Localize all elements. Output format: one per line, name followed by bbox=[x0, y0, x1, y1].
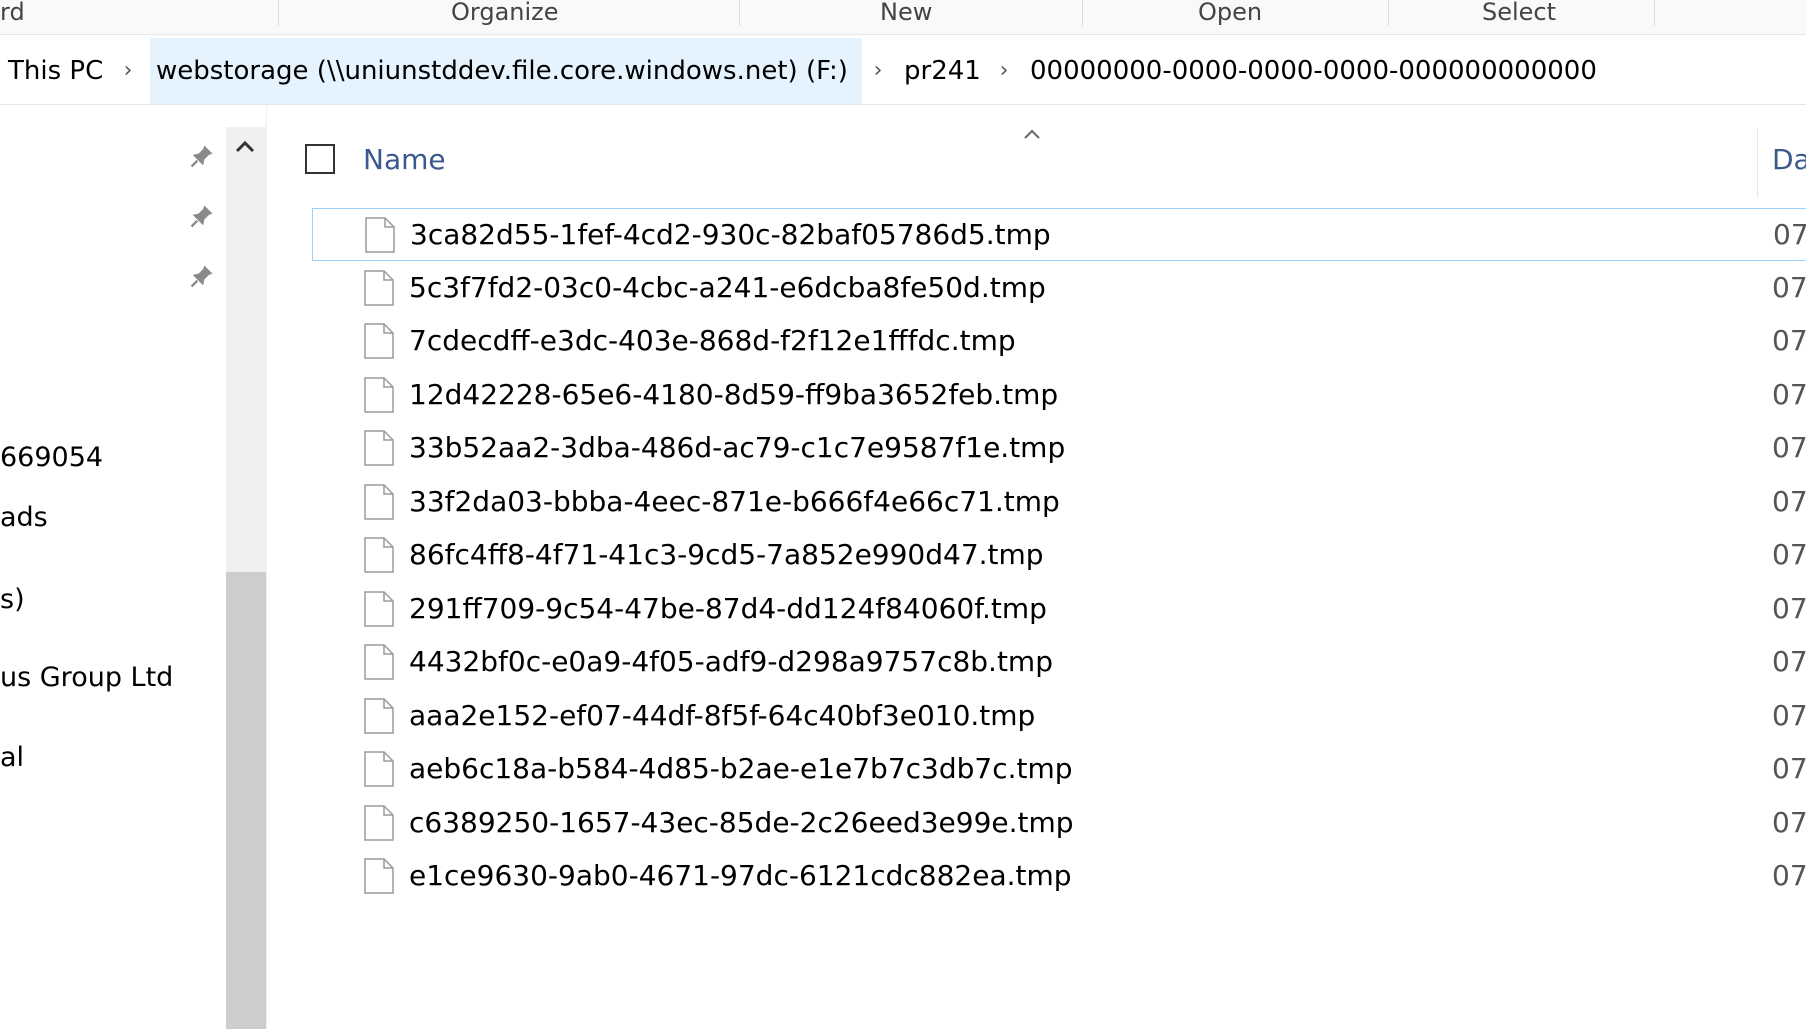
file-icon bbox=[364, 537, 394, 573]
scroll-up-arrow-icon[interactable] bbox=[230, 132, 260, 162]
ribbon-separator bbox=[1082, 0, 1083, 26]
file-name[interactable]: 86fc4ff8-4f71-41c3-9cd5-7a852e990d47.tmp bbox=[409, 536, 1044, 574]
chevron-right-icon[interactable]: › bbox=[868, 38, 888, 104]
column-header-name[interactable]: Name bbox=[363, 142, 446, 178]
file-date-modified: 07/ bbox=[1772, 592, 1806, 625]
file-icon bbox=[364, 805, 394, 841]
ribbon-group-open: Open bbox=[1198, 0, 1263, 26]
file-icon bbox=[364, 323, 394, 359]
file-row[interactable]: 86fc4ff8-4f71-41c3-9cd5-7a852e990d47.tmp… bbox=[312, 529, 1806, 582]
nav-item-personal[interactable]: al bbox=[0, 740, 24, 776]
column-header bbox=[268, 106, 1806, 202]
file-date-modified: 07/ bbox=[1773, 218, 1806, 251]
ribbon-group-organize: Organize bbox=[451, 0, 559, 26]
file-name[interactable]: 33b52aa2-3dba-486d-ac79-c1c7e9587f1e.tmp bbox=[409, 429, 1065, 467]
ribbon-separator bbox=[1388, 0, 1389, 26]
address-bar[interactable]: This PC › webstorage (\\uniunstddev.file… bbox=[0, 38, 1806, 105]
column-separator[interactable] bbox=[1757, 128, 1758, 198]
navigation-pane bbox=[0, 106, 236, 1029]
ribbon-group-new: New bbox=[880, 0, 933, 26]
file-date-modified: 07/ bbox=[1772, 645, 1806, 678]
file-row[interactable]: aaa2e152-ef07-44df-8f5f-64c40bf3e010.tmp… bbox=[312, 690, 1806, 743]
file-icon bbox=[364, 430, 394, 466]
ribbon-group-clipboard: rd bbox=[0, 0, 25, 26]
breadcrumb-this-pc[interactable]: This PC bbox=[2, 38, 109, 104]
file-name[interactable]: 33f2da03-bbba-4eec-871e-b666f4e66c71.tmp bbox=[409, 483, 1060, 521]
file-name[interactable]: aeb6c18a-b584-4d85-b2ae-e1e7b7c3db7c.tmp bbox=[409, 750, 1073, 788]
ribbon-separator bbox=[278, 0, 279, 26]
file-icon bbox=[364, 644, 394, 680]
pin-icon[interactable] bbox=[188, 142, 216, 170]
file-date-modified: 07/ bbox=[1772, 806, 1806, 839]
nav-item-downloads[interactable]: ads bbox=[0, 500, 48, 536]
file-row[interactable]: 5c3f7fd2-03c0-4cbc-a241-e6dcba8fe50d.tmp… bbox=[312, 262, 1806, 315]
file-row[interactable]: 7cdecdff-e3dc-403e-868d-f2f12e1fffdc.tmp… bbox=[312, 315, 1806, 368]
file-row[interactable]: 33b52aa2-3dba-486d-ac79-c1c7e9587f1e.tmp… bbox=[312, 422, 1806, 475]
file-date-modified: 07/ bbox=[1772, 699, 1806, 732]
file-icon bbox=[364, 698, 394, 734]
file-name[interactable]: e1ce9630-9ab0-4671-97dc-6121cdc882ea.tmp bbox=[409, 857, 1072, 895]
file-name[interactable]: 4432bf0c-e0a9-4f05-adf9-d298a9757c8b.tmp bbox=[409, 643, 1053, 681]
file-date-modified: 07/ bbox=[1772, 271, 1806, 304]
pin-icon[interactable] bbox=[188, 202, 216, 230]
file-name[interactable]: c6389250-1657-43ec-85de-2c26eed3e99e.tmp bbox=[409, 804, 1074, 842]
pane-divider[interactable] bbox=[266, 106, 267, 1029]
nav-scrollbar-thumb[interactable] bbox=[226, 572, 266, 1029]
nav-item-user-folder[interactable]: 669054 bbox=[0, 440, 103, 476]
file-row[interactable]: 4432bf0c-e0a9-4f05-adf9-d298a9757c8b.tmp… bbox=[312, 636, 1806, 689]
nav-item-group-ltd[interactable]: us Group Ltd bbox=[0, 660, 173, 696]
file-icon bbox=[364, 377, 394, 413]
nav-item-drive[interactable]: s) bbox=[0, 582, 25, 618]
chevron-right-icon[interactable]: › bbox=[118, 38, 138, 104]
breadcrumb-webstorage[interactable]: webstorage (\\uniunstddev.file.core.wind… bbox=[150, 38, 862, 104]
sort-ascending-icon bbox=[1024, 129, 1040, 139]
file-date-modified: 07/ bbox=[1772, 859, 1806, 892]
file-row[interactable]: e1ce9630-9ab0-4671-97dc-6121cdc882ea.tmp… bbox=[312, 850, 1806, 903]
ribbon-group-labels: rd Organize New Open Select bbox=[0, 0, 1806, 35]
file-row[interactable]: 12d42228-65e6-4180-8d59-ff9ba3652feb.tmp… bbox=[312, 369, 1806, 422]
file-row[interactable]: c6389250-1657-43ec-85de-2c26eed3e99e.tmp… bbox=[312, 797, 1806, 850]
file-icon bbox=[364, 751, 394, 787]
file-name[interactable]: aaa2e152-ef07-44df-8f5f-64c40bf3e010.tmp bbox=[409, 697, 1035, 735]
ribbon-separator bbox=[739, 0, 740, 26]
file-date-modified: 07/ bbox=[1772, 538, 1806, 571]
file-date-modified: 07/ bbox=[1772, 752, 1806, 785]
file-date-modified: 07/ bbox=[1772, 378, 1806, 411]
file-name[interactable]: 7cdecdff-e3dc-403e-868d-f2f12e1fffdc.tmp bbox=[409, 322, 1016, 360]
ribbon-separator bbox=[1654, 0, 1655, 26]
file-icon bbox=[364, 591, 394, 627]
file-date-modified: 07/ bbox=[1772, 324, 1806, 357]
file-name[interactable]: 291ff709-9c54-47be-87d4-dd124f84060f.tmp bbox=[409, 590, 1047, 628]
breadcrumb-current-folder[interactable]: 00000000-0000-0000-0000-000000000000 bbox=[1024, 38, 1603, 104]
file-date-modified: 07/ bbox=[1772, 485, 1806, 518]
file-name[interactable]: 12d42228-65e6-4180-8d59-ff9ba3652feb.tmp bbox=[409, 376, 1058, 414]
file-icon bbox=[364, 270, 394, 306]
select-all-checkbox[interactable] bbox=[305, 144, 335, 174]
ribbon-group-select: Select bbox=[1482, 0, 1557, 26]
file-icon bbox=[365, 217, 395, 253]
file-row[interactable]: 33f2da03-bbba-4eec-871e-b666f4e66c71.tmp… bbox=[312, 476, 1806, 529]
file-icon bbox=[364, 484, 394, 520]
file-row[interactable]: 291ff709-9c54-47be-87d4-dd124f84060f.tmp… bbox=[312, 583, 1806, 636]
file-date-modified: 07/ bbox=[1772, 431, 1806, 464]
breadcrumb-pr241[interactable]: pr241 bbox=[898, 38, 987, 104]
chevron-right-icon[interactable]: › bbox=[994, 38, 1014, 104]
file-name[interactable]: 5c3f7fd2-03c0-4cbc-a241-e6dcba8fe50d.tmp bbox=[409, 269, 1046, 307]
file-name[interactable]: 3ca82d55-1fef-4cd2-930c-82baf05786d5.tmp bbox=[410, 216, 1051, 254]
file-icon bbox=[364, 858, 394, 894]
pin-icon[interactable] bbox=[188, 262, 216, 290]
column-header-date[interactable]: Da bbox=[1772, 142, 1806, 178]
file-row[interactable]: aeb6c18a-b584-4d85-b2ae-e1e7b7c3db7c.tmp… bbox=[312, 743, 1806, 796]
file-row[interactable]: 3ca82d55-1fef-4cd2-930c-82baf05786d5.tmp… bbox=[312, 208, 1806, 261]
